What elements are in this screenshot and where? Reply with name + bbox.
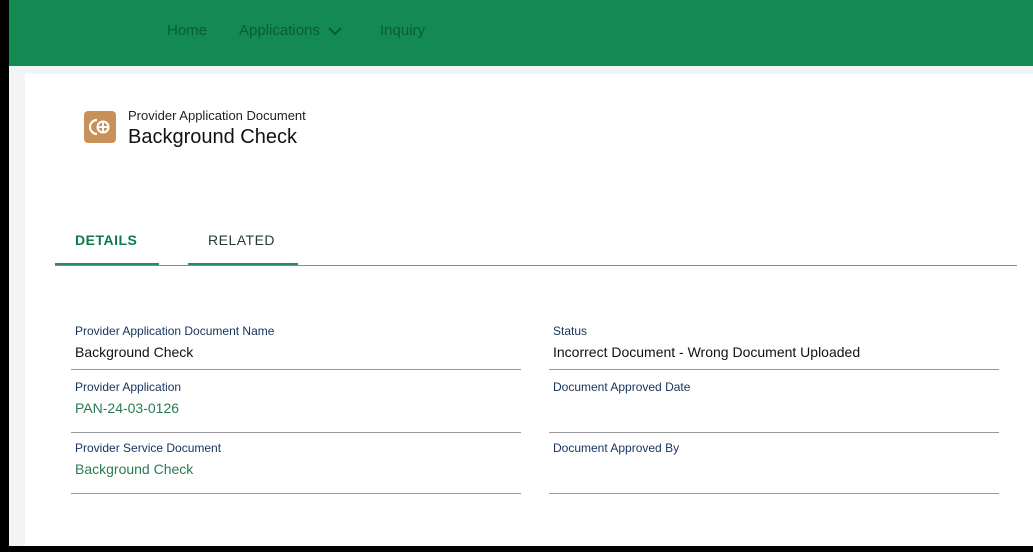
record-card: Provider Application Document Background… [25, 74, 1033, 546]
tab-related[interactable]: RELATED [208, 232, 275, 248]
record-title: Background Check [128, 126, 297, 148]
nav-inquiry[interactable]: Inquiry [380, 22, 425, 39]
app-frame: Home Applications Inquiry Provider Appli… [9, 0, 1033, 546]
field-divider [549, 369, 999, 370]
provider-application-link[interactable]: PAN-24-03-0126 [75, 400, 179, 416]
field-label: Provider Service Document [75, 441, 222, 455]
field-label: Provider Application [75, 380, 182, 394]
field-document-approved-date: Document Approved Date [549, 380, 999, 433]
field-provider-application: Provider Application PAN-24-03-0126 [71, 380, 521, 433]
field-divider [549, 432, 999, 433]
record-object-type: Provider Application Document [128, 108, 306, 123]
provider-service-document-link[interactable]: Background Check [75, 461, 193, 477]
tab-related-underline [188, 263, 298, 265]
field-provider-service-document: Provider Service Document Background Che… [71, 441, 521, 494]
field-value: Background Check [75, 344, 194, 360]
field-divider [71, 369, 521, 370]
field-document-approved-by: Document Approved By [549, 441, 999, 494]
field-divider [549, 493, 999, 494]
tab-divider [55, 265, 1017, 266]
tab-details[interactable]: DETAILS [75, 232, 137, 248]
field-label: Document Approved Date [553, 380, 691, 394]
document-icon [84, 111, 116, 143]
field-label: Provider Application Document Name [75, 324, 275, 338]
field-divider [71, 493, 521, 494]
field-label: Status [553, 324, 588, 338]
nav-applications-label: Applications [239, 22, 320, 39]
status-value: Incorrect Document - Wrong Document Uplo… [553, 344, 861, 360]
field-label: Document Approved By [553, 441, 680, 455]
nav-applications[interactable]: Applications [239, 22, 342, 40]
top-navigation-bar: Home Applications Inquiry [9, 0, 1033, 66]
chevron-down-icon [328, 23, 342, 40]
field-divider [71, 432, 521, 433]
nav-home[interactable]: Home [167, 22, 207, 39]
tab-details-underline [55, 263, 159, 265]
field-status: Status Incorrect Document - Wrong Docume… [549, 324, 999, 370]
field-document-name: Provider Application Document Name Backg… [71, 324, 521, 370]
